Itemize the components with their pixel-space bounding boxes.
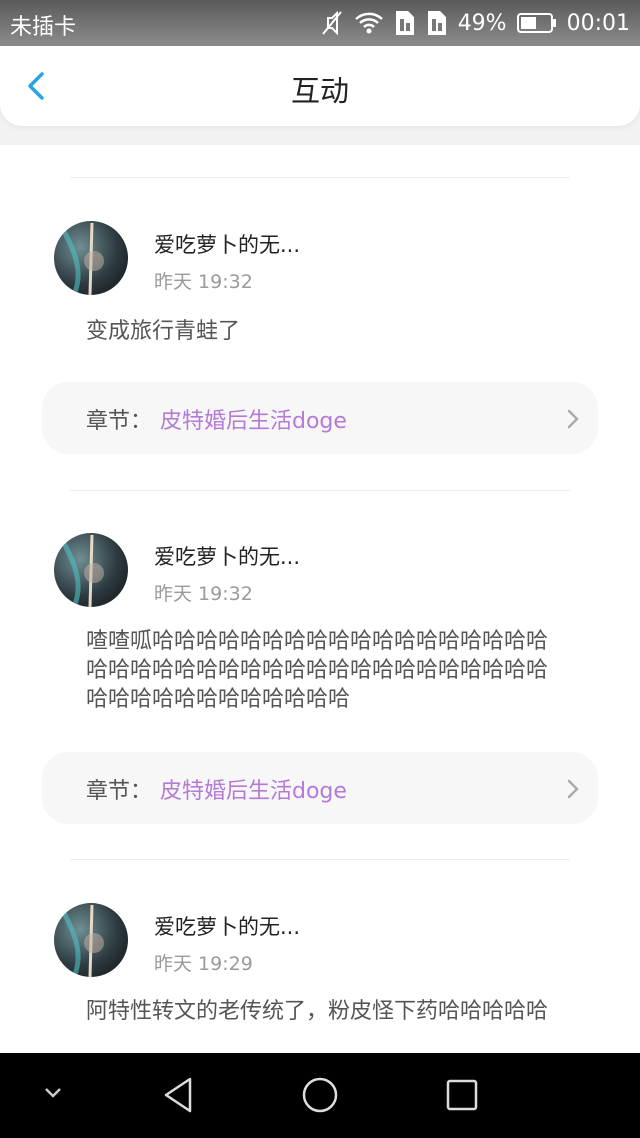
sim1-icon	[394, 9, 416, 37]
sim2-icon	[426, 9, 448, 37]
back-triangle-icon[interactable]	[160, 1075, 196, 1119]
header: 互动	[0, 46, 640, 126]
comment-text: 阿特性转文的老传统了，粉皮怪下药哈哈哈哈哈	[86, 999, 549, 1024]
chapter-link[interactable]: 章节： 皮特婚后生活doge	[42, 382, 598, 454]
battery-percent: 49%	[457, 10, 507, 36]
username[interactable]: 爱吃萝卜的无...	[154, 541, 300, 571]
wifi-icon	[354, 11, 384, 35]
chevron-right-icon	[566, 778, 580, 804]
avatar[interactable]	[54, 903, 128, 977]
chapter-link[interactable]: 章节： 皮特婚后生活doge	[42, 752, 598, 824]
carrier-text: 未插卡	[10, 15, 77, 40]
recents-square-icon[interactable]	[444, 1075, 480, 1119]
username[interactable]: 爱吃萝卜的无...	[154, 229, 300, 259]
comment-time: 昨天 19:32	[154, 271, 253, 293]
list-item: 爱吃萝卜的无... 昨天 19:32 喳喳呱哈哈哈哈哈哈哈哈哈哈哈哈哈哈哈哈哈哈…	[0, 457, 640, 857]
page-title: 互动	[290, 74, 349, 108]
avatar[interactable]	[54, 221, 128, 295]
comment-text: 变成旅行青蛙了	[86, 319, 241, 344]
hide-keyboard-icon[interactable]	[38, 1083, 68, 1107]
clock: 00:01	[566, 10, 630, 36]
battery-icon	[516, 12, 557, 34]
username[interactable]: 爱吃萝卜的无...	[154, 911, 300, 941]
chevron-right-icon	[566, 408, 580, 434]
status-bar: 未插卡 49% 00:01	[0, 0, 640, 46]
home-circle-icon[interactable]	[300, 1075, 340, 1119]
status-icons: 49% 00:01	[320, 6, 630, 40]
avatar[interactable]	[54, 533, 128, 607]
list-item: 爱吃萝卜的无... 昨天 19:32 变成旅行青蛙了 章节： 皮特婚后生活dog…	[0, 145, 640, 490]
comment-time: 昨天 19:29	[154, 953, 253, 975]
chapter-title: 皮特婚后生活doge	[160, 779, 347, 804]
comment-list[interactable]: 爱吃萝卜的无... 昨天 19:32 变成旅行青蛙了 章节： 皮特婚后生活dog…	[0, 145, 640, 1053]
mute-icon	[320, 10, 344, 36]
chapter-label: 章节：	[86, 779, 153, 804]
chapter-label: 章节：	[86, 409, 153, 434]
list-item: 爱吃萝卜的无... 昨天 19:29 阿特性转文的老传统了，粉皮怪下药哈哈哈哈哈	[0, 827, 640, 1053]
comment-time: 昨天 19:32	[154, 583, 253, 605]
comment-text: 喳喳呱哈哈哈哈哈哈哈哈哈哈哈哈哈哈哈哈哈哈哈哈哈哈哈哈哈哈哈哈哈哈哈哈哈哈哈哈哈…	[86, 629, 549, 712]
navigation-bar	[0, 1053, 640, 1138]
chapter-title: 皮特婚后生活doge	[160, 409, 347, 434]
